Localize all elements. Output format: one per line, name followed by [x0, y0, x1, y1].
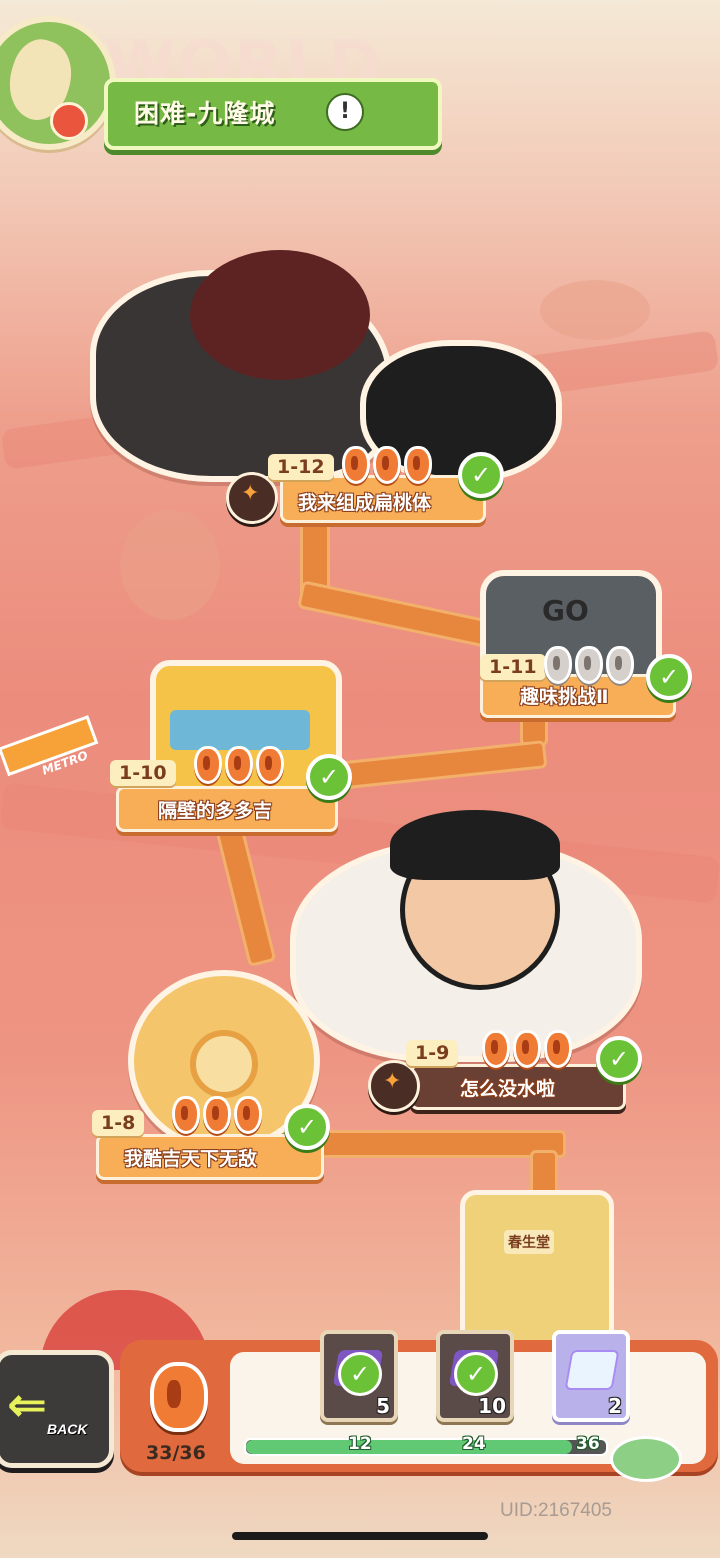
- reward-claimed-check-icon: ✓: [338, 1352, 382, 1396]
- level-number: 1-12: [268, 454, 334, 480]
- foot-star-icon: [203, 1096, 231, 1134]
- foot-total-icon: [150, 1362, 208, 1432]
- milestone-label: 36: [576, 1434, 600, 1454]
- cleared-check-icon: ✓: [458, 452, 504, 498]
- level-stars: [544, 646, 637, 688]
- level-node-1-8[interactable]: 1-8 我酷吉天下无敌 ✓: [80, 960, 340, 1180]
- milestone-label: 12: [348, 1434, 372, 1454]
- foot-star-icon: [342, 446, 370, 484]
- level-number: 1-11: [480, 654, 546, 680]
- level-name: 我酷吉天下无敌: [124, 1148, 258, 1170]
- foot-count: 33/36: [146, 1442, 206, 1464]
- back-button[interactable]: ⇐ BACK: [0, 1350, 114, 1468]
- reward-count: 10: [478, 1394, 506, 1418]
- level-name: 我来组成扁桃体: [298, 492, 432, 514]
- back-label: BACK: [47, 1421, 88, 1437]
- lady-hair: [390, 810, 560, 880]
- foot-star-icon: [544, 1030, 572, 1068]
- level-name: 怎么没水啦: [460, 1078, 556, 1100]
- lily-pad-decor: [610, 1436, 682, 1482]
- cleared-check-icon: ✓: [284, 1104, 330, 1150]
- back-arrow-icon: ⇐: [7, 1377, 48, 1433]
- reward-claimed-check-icon: ✓: [454, 1352, 498, 1396]
- cleared-check-icon: ✓: [596, 1036, 642, 1082]
- reward-count: 2: [608, 1394, 622, 1418]
- home-indicator[interactable]: [232, 1532, 488, 1540]
- level-node-1-10[interactable]: 1-10 隔壁的多多吉 ✓: [110, 620, 360, 832]
- reward-chest-12[interactable]: ✓ 5: [320, 1330, 398, 1422]
- reward-chest-36[interactable]: 2: [552, 1330, 630, 1422]
- user-id: UID:2167405: [500, 1500, 612, 1521]
- reward-count: 5: [376, 1394, 390, 1418]
- level-stars: [342, 446, 435, 488]
- level-node-1-9[interactable]: 1-9 怎么没水啦 ✓: [290, 810, 650, 1112]
- cleared-check-icon: ✓: [646, 654, 692, 700]
- locked-building[interactable]: 春生堂: [460, 1170, 614, 1350]
- level-number: 1-8: [92, 1110, 145, 1136]
- afro-hair: [190, 250, 370, 380]
- foot-star-icon: [513, 1030, 541, 1068]
- foot-star-icon: [575, 646, 603, 684]
- building-body: [460, 1190, 614, 1350]
- foot-star-icon: [482, 1030, 510, 1068]
- foot-star-icon: [194, 746, 222, 784]
- boss-badge-icon: [368, 1060, 420, 1112]
- level-number: 1-10: [110, 760, 176, 786]
- globe-ball: [50, 102, 88, 140]
- foot-star-icon: [606, 646, 634, 684]
- level-stars: [172, 1096, 265, 1138]
- foot-star-icon: [234, 1096, 262, 1134]
- foot-star-icon: [404, 446, 432, 484]
- cleared-check-icon: ✓: [306, 754, 352, 800]
- reward-chest-24[interactable]: ✓ 10: [436, 1330, 514, 1422]
- bun-center: [190, 1030, 258, 1098]
- foot-star-icon: [373, 446, 401, 484]
- foot-star-icon: [256, 746, 284, 784]
- building-sign: 春生堂: [504, 1230, 554, 1254]
- stage-title: 困难-九隆城: [134, 99, 276, 128]
- level-name: 隔壁的多多吉: [158, 800, 273, 822]
- milestone-label: 24: [462, 1434, 486, 1454]
- level-node-1-12[interactable]: 1-12 我来组成扁桃体 ✓: [80, 250, 562, 530]
- level-node-1-11[interactable]: GO 1-11 趣味挑战Ⅱ ✓: [470, 570, 700, 720]
- level-number: 1-9: [406, 1040, 459, 1066]
- foot-star-icon: [225, 746, 253, 784]
- foot-star-icon: [544, 646, 572, 684]
- reward-ticket-icon: [564, 1350, 620, 1390]
- metro-sign: METRO: [0, 704, 106, 785]
- foot-star-icon: [172, 1096, 200, 1134]
- progress-bar-fill: [246, 1440, 572, 1454]
- level-stars: [194, 746, 287, 788]
- info-alert-icon[interactable]: !: [326, 93, 364, 131]
- boss-badge-icon: [226, 472, 278, 524]
- game-screen-label: GO: [542, 594, 589, 627]
- level-stars: [482, 1030, 575, 1072]
- world-globe-icon[interactable]: [0, 16, 116, 150]
- tram-window: [170, 710, 310, 750]
